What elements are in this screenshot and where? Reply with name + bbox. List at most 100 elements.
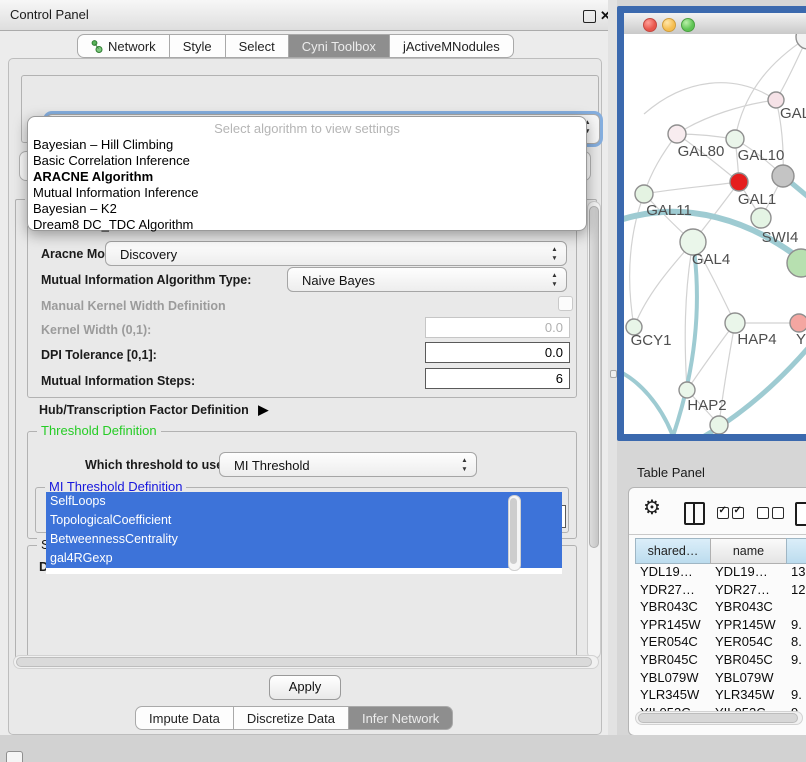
- attribute-item-selected[interactable]: gal4RGexp: [46, 549, 562, 568]
- column-header-name[interactable]: name: [710, 538, 786, 564]
- attribute-item-selected[interactable]: TopologicalCoefficient: [46, 511, 562, 530]
- cyni-toolbox-pane: ▲▼ gal-filtered.sif default node ▲▼ Sele…: [8, 58, 602, 735]
- checked-box-icon: [732, 507, 744, 519]
- node-label: GAL80: [678, 143, 725, 160]
- network-node[interactable]: [726, 130, 744, 148]
- apply-button[interactable]: Apply: [269, 675, 341, 700]
- table-row[interactable]: YDR27…YDR27…12: [635, 582, 806, 600]
- hub-definition-toggle[interactable]: Hub/Transcription Factor Definition ▶: [39, 402, 268, 418]
- column-layout-icon[interactable]: [684, 502, 705, 525]
- table-row[interactable]: YER054CYER054C8.: [635, 634, 806, 652]
- settings-vertical-scrollbar[interactable]: [587, 201, 601, 659]
- table-cell: 12: [786, 582, 806, 600]
- tab-infer-network[interactable]: Infer Network: [349, 706, 453, 730]
- tab-style[interactable]: Style: [170, 34, 226, 58]
- control-panel: Control Panel ✕ Network Style Select Cyn…: [0, 0, 609, 735]
- network-node[interactable]: [710, 416, 728, 434]
- attribute-item-selected[interactable]: BetweennessCentrality: [46, 530, 562, 549]
- network-node[interactable]: [772, 165, 794, 187]
- table-cell: YDL19…: [635, 564, 710, 582]
- scrollbar-thumb[interactable]: [510, 498, 517, 564]
- node-label: GAL: [780, 105, 806, 122]
- manual-kernel-checkbox[interactable]: [558, 296, 573, 311]
- close-traffic-light[interactable]: [643, 18, 657, 32]
- tab-network[interactable]: Network: [77, 34, 170, 58]
- table-row[interactable]: YPR145WYPR145W9.: [635, 617, 806, 635]
- mi-steps-field[interactable]: 6: [425, 368, 570, 389]
- popup-item[interactable]: ARACNE Algorithm: [28, 169, 586, 185]
- aracne-mode-combobox[interactable]: Discovery ▲▼: [105, 241, 567, 266]
- data-attributes-list[interactable]: SelfLoopsTopologicalCoefficientBetweenne…: [46, 492, 562, 574]
- tab-label: Style: [183, 39, 212, 54]
- table-row[interactable]: YBR043CYBR043C: [635, 599, 806, 617]
- table-cell: YBL079W: [710, 670, 786, 688]
- new-table-icon[interactable]: [795, 502, 806, 526]
- deselect-all-icon[interactable]: [757, 507, 784, 519]
- table-cell: YBL079W: [635, 670, 710, 688]
- tab-discretize-data[interactable]: Discretize Data: [234, 706, 349, 730]
- scrollbar-thumb[interactable]: [638, 713, 798, 723]
- tab-select[interactable]: Select: [226, 34, 289, 58]
- network-edge: [644, 83, 776, 114]
- table-row[interactable]: YLR345WYLR345W9.: [635, 687, 806, 705]
- settings-horizontal-scrollbar[interactable]: [13, 655, 599, 669]
- popup-item[interactable]: Dream8 DC_TDC Algorithm: [28, 217, 586, 233]
- popup-items: Bayesian – Hill ClimbingBasic Correlatio…: [28, 137, 586, 233]
- node-table: shared… name A YDL19…YDL19…13YDR27…YDR27…: [635, 538, 806, 722]
- network-edge-thick: [624, 369, 674, 434]
- node-label: GAL4: [692, 251, 730, 268]
- popup-item[interactable]: Bayesian – Hill Climbing: [28, 137, 586, 153]
- column-header-shared[interactable]: shared…: [635, 538, 710, 564]
- column-header-partial[interactable]: A: [786, 538, 806, 564]
- which-threshold-combobox[interactable]: MI Threshold ▲▼: [219, 452, 477, 477]
- unchecked-box-icon: [757, 507, 769, 519]
- zoom-traffic-light[interactable]: [681, 18, 695, 32]
- table-cell: YPR145W: [710, 617, 786, 635]
- tab-jactivemnodules[interactable]: jActiveMNodules: [390, 34, 514, 58]
- tab-label: jActiveMNodules: [403, 39, 500, 54]
- network-node[interactable]: [635, 185, 653, 203]
- scrollbar-thumb[interactable]: [589, 206, 599, 548]
- network-window-titlebar[interactable]: [624, 13, 806, 35]
- panel-splitter[interactable]: [608, 0, 617, 735]
- mi-type-combobox[interactable]: Naive Bayes ▲▼: [287, 267, 567, 292]
- kernel-width-field[interactable]: 0.0: [425, 317, 570, 338]
- algorithm-popup-list: Select algorithm to view settings Bayesi…: [27, 116, 587, 231]
- network-node[interactable]: [790, 314, 806, 332]
- table-cell: [786, 599, 806, 617]
- network-node[interactable]: [796, 34, 806, 49]
- window-restore-icon[interactable]: [6, 751, 23, 762]
- table-row[interactable]: YDL19…YDL19…13: [635, 564, 806, 582]
- popup-item[interactable]: Bayesian – K2: [28, 201, 586, 217]
- splitter-grip[interactable]: [610, 370, 617, 378]
- float-window-icon[interactable]: [583, 10, 596, 23]
- network-node[interactable]: [679, 382, 695, 398]
- table-cell: 8.: [786, 634, 806, 652]
- minimize-traffic-light[interactable]: [662, 18, 676, 32]
- tab-label: Network: [108, 39, 156, 54]
- scrollbar-thumb[interactable]: [16, 657, 592, 667]
- network-node[interactable]: [730, 173, 748, 191]
- table-cell: 9.: [786, 652, 806, 670]
- gear-icon[interactable]: ⚙: [643, 495, 661, 520]
- network-node[interactable]: [725, 313, 745, 333]
- table-cell: YER054C: [635, 634, 710, 652]
- table-horizontal-scrollbar[interactable]: [635, 711, 803, 725]
- attributes-scrollbar[interactable]: [508, 495, 521, 571]
- tab-cyni-toolbox[interactable]: Cyni Toolbox: [289, 34, 390, 58]
- table-row[interactable]: YBL079WYBL079W: [635, 670, 806, 688]
- popup-item[interactable]: Basic Correlation Inference: [28, 153, 586, 169]
- table-row[interactable]: YBR045CYBR045C9.: [635, 652, 806, 670]
- network-canvas[interactable]: GALGAL80GAL10GAL1GAL11SWI4GAL4GCY1HAP4YH…: [624, 34, 806, 434]
- network-node[interactable]: [751, 208, 771, 228]
- tab-impute-data[interactable]: Impute Data: [135, 706, 234, 730]
- network-edge: [634, 242, 693, 327]
- select-all-icon[interactable]: [717, 507, 744, 519]
- attribute-item-selected[interactable]: SelfLoops: [46, 492, 562, 511]
- which-threshold-value: MI Threshold: [234, 458, 310, 473]
- table-cell: YDR27…: [710, 582, 786, 600]
- table-cell: YPR145W: [635, 617, 710, 635]
- network-node[interactable]: [668, 125, 686, 143]
- dpi-tolerance-field[interactable]: 0.0: [425, 342, 570, 363]
- popup-item[interactable]: Mutual Information Inference: [28, 185, 586, 201]
